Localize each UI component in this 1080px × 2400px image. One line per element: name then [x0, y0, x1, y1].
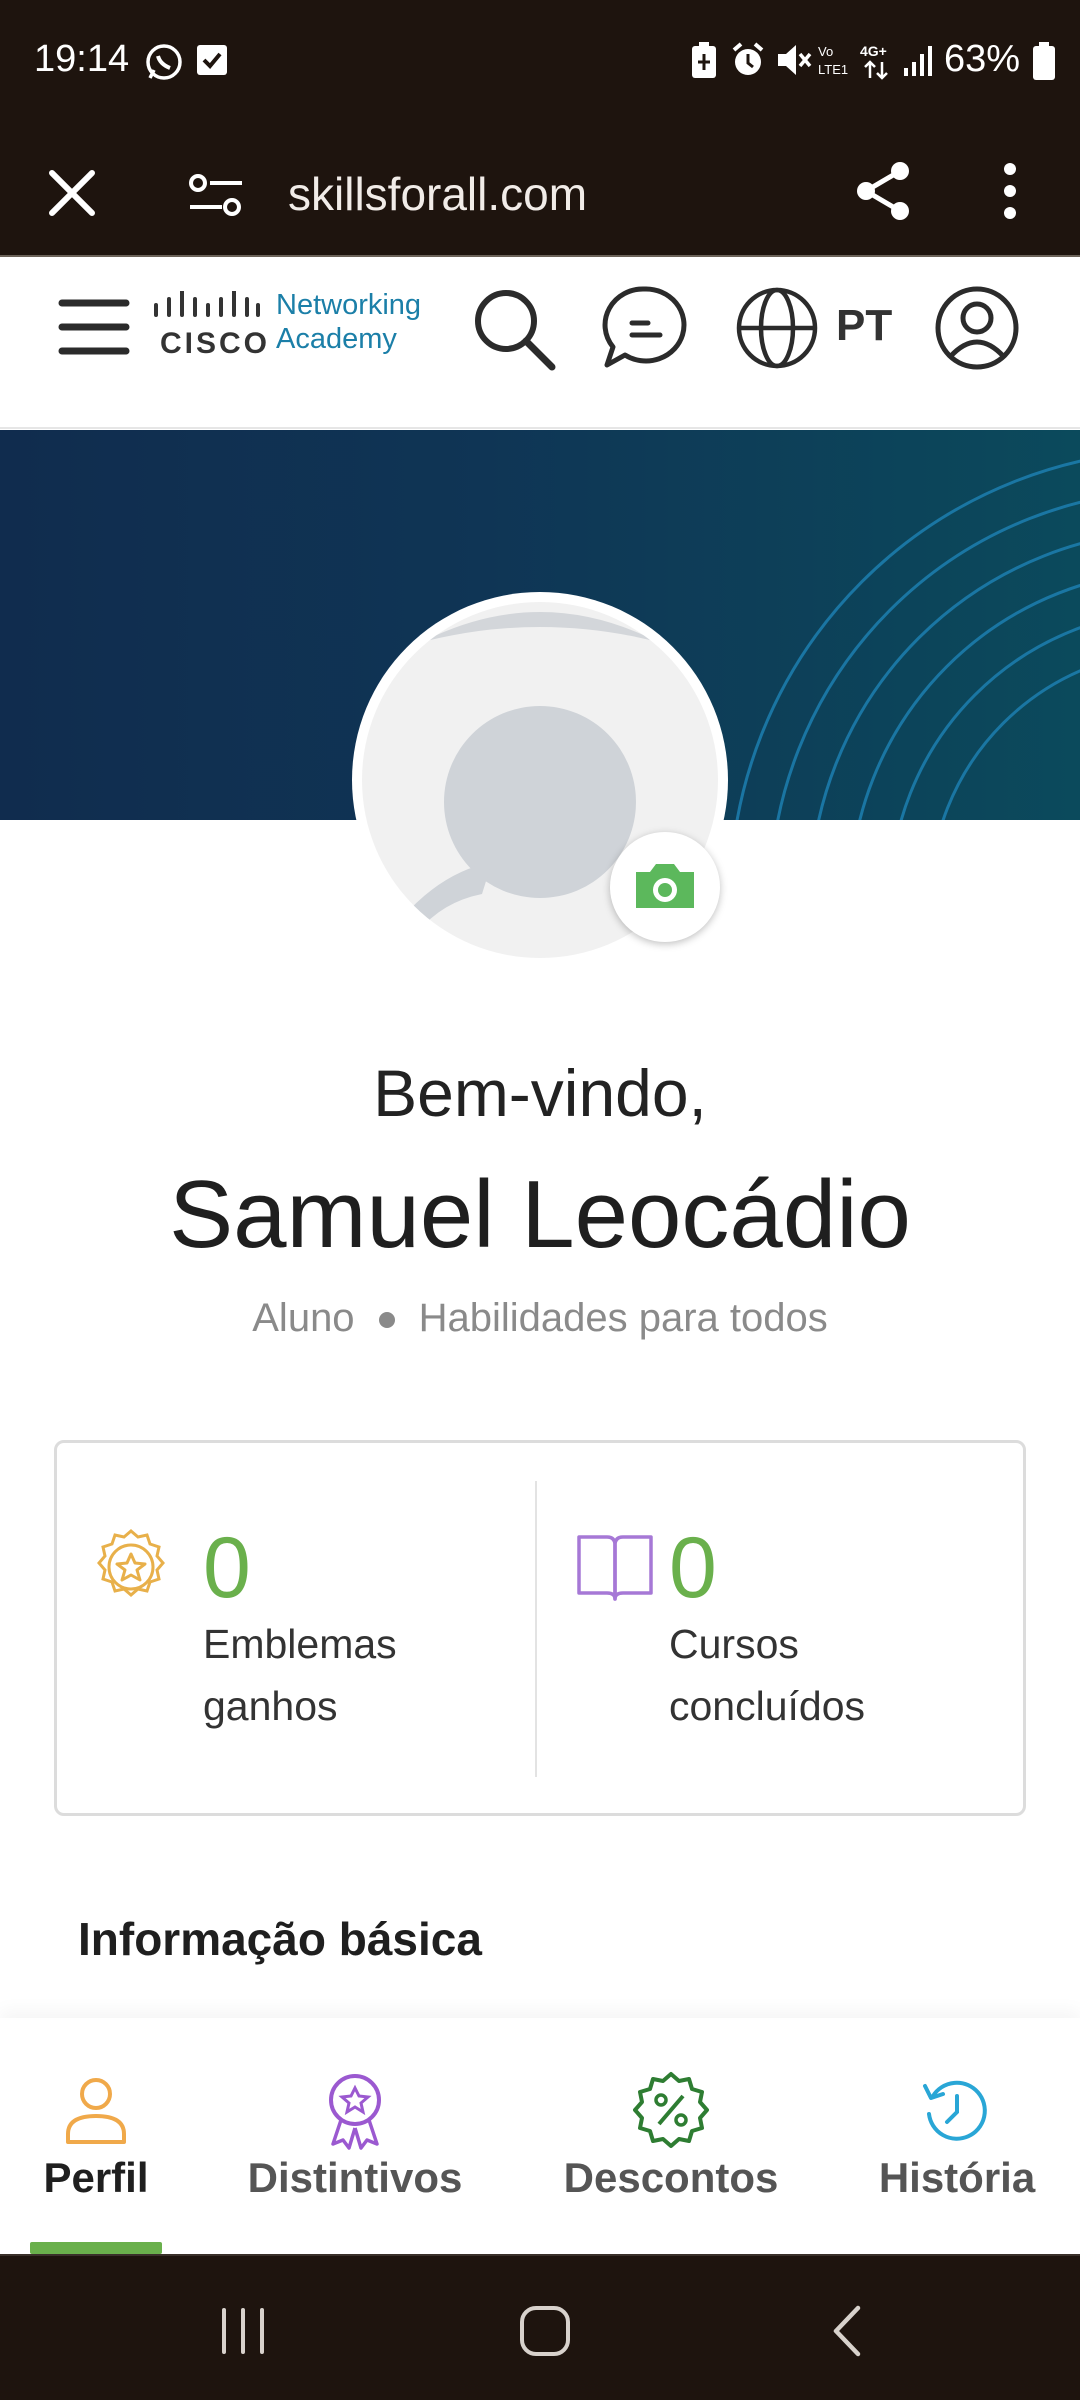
history-icon — [923, 2080, 987, 2141]
system-nav-bar — [0, 2254, 1080, 2400]
menu-icon[interactable] — [58, 295, 130, 359]
camera-icon — [636, 864, 694, 908]
whatsapp-icon — [146, 44, 182, 80]
signal-icon — [904, 46, 932, 76]
stats-card: 0 Emblemas ganhos 0 Cursos concluídos — [54, 1440, 1026, 1816]
cisco-wordmark: CISCO — [160, 327, 271, 360]
search-icon[interactable] — [468, 283, 558, 373]
badges-count: 0 — [203, 1520, 251, 1616]
separator-dot — [378, 1312, 395, 1329]
active-tab-indicator — [30, 2242, 162, 2254]
home-icon[interactable] — [510, 2296, 580, 2366]
recent-apps-icon[interactable] — [208, 2296, 278, 2366]
user-name: Samuel Leocádio — [169, 1161, 911, 1268]
courses-count: 0 — [669, 1520, 717, 1616]
role-line: Aluno Habilidades para todos — [0, 1296, 1080, 1341]
book-icon — [577, 1535, 653, 1601]
logo-line-1: Networking — [276, 289, 422, 321]
status-bar: 19:14 Vo LTE1 4G+ 63% — [0, 0, 1080, 125]
badges-earned-stat[interactable]: 0 Emblemas ganhos — [57, 1443, 535, 1819]
4g-icon: 4G+ — [860, 43, 888, 80]
welcome-greeting: Bem-vindo, — [373, 1056, 707, 1130]
cisco-networking-academy-logo[interactable]: CISCO Networking Academy — [150, 287, 430, 367]
discount-icon — [633, 2072, 709, 2148]
account-icon[interactable] — [932, 283, 1022, 373]
close-icon[interactable] — [40, 161, 104, 225]
mute-icon — [778, 45, 812, 75]
site-settings-icon[interactable] — [184, 165, 248, 225]
browser-toolbar: skillsforall.com — [0, 125, 1080, 257]
battery-percent: 63% — [943, 38, 1020, 80]
tab-distintivos[interactable]: Distintivos — [244, 2018, 466, 2254]
status-time: 19:14 — [34, 38, 130, 80]
courses-label-2: concluídos — [669, 1683, 866, 1729]
user-role: Aluno — [252, 1296, 355, 1340]
badges-label: Emblemas — [203, 1621, 397, 1667]
alarm-icon — [732, 42, 764, 75]
tab-label: Descontos — [563, 2154, 779, 2201]
logo-line-2: Academy — [276, 323, 397, 355]
tab-descontos[interactable]: Descontos — [556, 2018, 786, 2254]
tab-historia[interactable]: História — [874, 2018, 1040, 2254]
bottom-tab-bar: Perfil Distintivos Descontos História — [0, 2018, 1080, 2254]
language-selector[interactable]: PT — [836, 301, 892, 351]
user-program: Habilidades para todos — [418, 1296, 828, 1340]
courses-label: Cursos — [669, 1621, 799, 1667]
svg-text:LTE1: LTE1 — [818, 62, 848, 77]
cisco-bars-icon — [154, 291, 260, 317]
tab-label: Perfil — [43, 2154, 149, 2201]
svg-text:4G+: 4G+ — [860, 43, 887, 59]
change-photo-button[interactable] — [610, 832, 720, 942]
globe-icon[interactable] — [732, 283, 822, 373]
url-bar[interactable]: skillsforall.com — [288, 167, 587, 221]
battery-icon — [1033, 42, 1055, 80]
volte-icon: Vo LTE1 — [818, 44, 848, 77]
battery-saver-icon — [692, 42, 716, 78]
chat-icon[interactable] — [600, 283, 690, 373]
person-icon — [66, 2078, 126, 2144]
share-icon[interactable] — [852, 159, 916, 223]
more-vert-icon[interactable] — [990, 159, 1030, 223]
tab-label: História — [878, 2154, 1036, 2201]
tab-label: Distintivos — [247, 2154, 463, 2201]
svg-text:Vo: Vo — [818, 44, 833, 59]
courses-completed-stat[interactable]: 0 Cursos concluídos — [535, 1443, 1023, 1819]
site-header: CISCO Networking Academy PT — [0, 259, 1080, 429]
badges-label-2: ganhos — [203, 1683, 338, 1729]
basic-info-heading: Informação básica — [78, 1913, 482, 1965]
tab-perfil[interactable]: Perfil — [30, 2018, 162, 2254]
back-icon[interactable] — [814, 2296, 884, 2366]
check-box-icon — [197, 45, 227, 75]
badge-star-icon — [97, 1529, 165, 1597]
ribbon-badge-icon — [329, 2074, 381, 2150]
